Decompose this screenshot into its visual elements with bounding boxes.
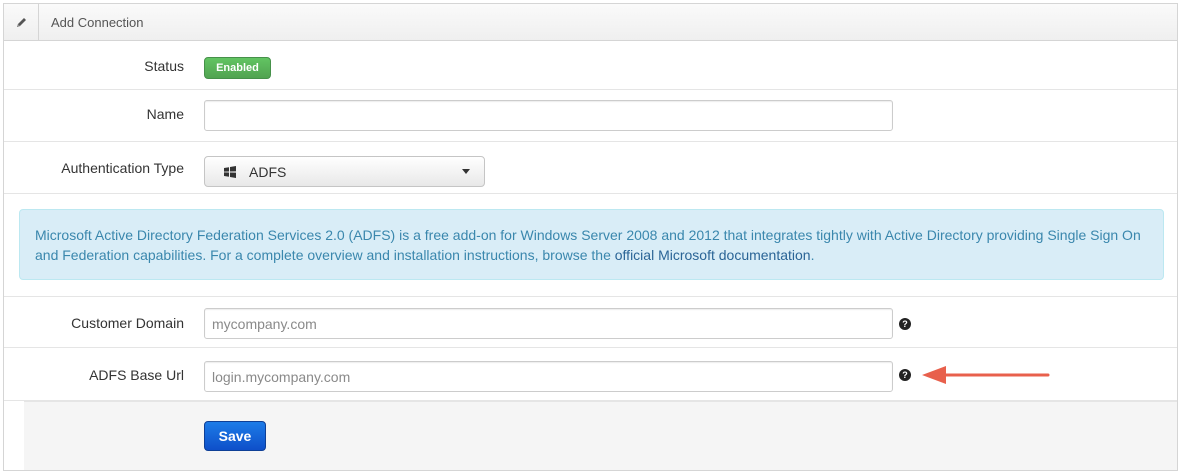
info-text: Microsoft Active Directory Federation Se… — [35, 227, 1141, 263]
panel-header: Add Connection — [4, 4, 1177, 41]
adfs-base-url-input[interactable] — [204, 361, 893, 392]
form-actions: Save — [24, 401, 1177, 470]
auth-type-row: Authentication Type ADFS — [4, 142, 1177, 194]
name-label: Name — [146, 106, 184, 122]
panel-title: Add Connection — [51, 14, 144, 30]
status-label: Status — [144, 58, 184, 74]
status-row: Status Enabled — [4, 42, 1177, 90]
windows-icon — [223, 165, 237, 178]
help-icon[interactable]: ? — [899, 369, 911, 381]
customer-domain-input[interactable] — [204, 308, 893, 339]
annotation-arrow-icon — [922, 366, 1050, 384]
documentation-link[interactable]: official Microsoft documentation — [615, 247, 811, 263]
name-input[interactable] — [204, 100, 893, 131]
pencil-icon[interactable] — [4, 4, 39, 40]
name-row: Name — [4, 90, 1177, 142]
chevron-down-icon — [462, 169, 470, 174]
adfs-info-alert: Microsoft Active Directory Federation Se… — [19, 209, 1164, 280]
auth-type-label: Authentication Type — [61, 160, 184, 176]
customer-domain-row: Customer Domain ? — [4, 296, 1177, 348]
help-icon[interactable]: ? — [899, 318, 911, 330]
customer-domain-label: Customer Domain — [71, 315, 184, 331]
status-badge[interactable]: Enabled — [204, 57, 271, 79]
info-suffix: . — [810, 247, 815, 263]
save-button[interactable]: Save — [204, 421, 266, 451]
auth-type-selected: ADFS — [249, 163, 287, 180]
auth-type-dropdown[interactable]: ADFS — [204, 156, 485, 187]
add-connection-panel: Add Connection Status Enabled Name Authe… — [3, 3, 1178, 471]
adfs-base-url-label: ADFS Base Url — [89, 367, 184, 383]
